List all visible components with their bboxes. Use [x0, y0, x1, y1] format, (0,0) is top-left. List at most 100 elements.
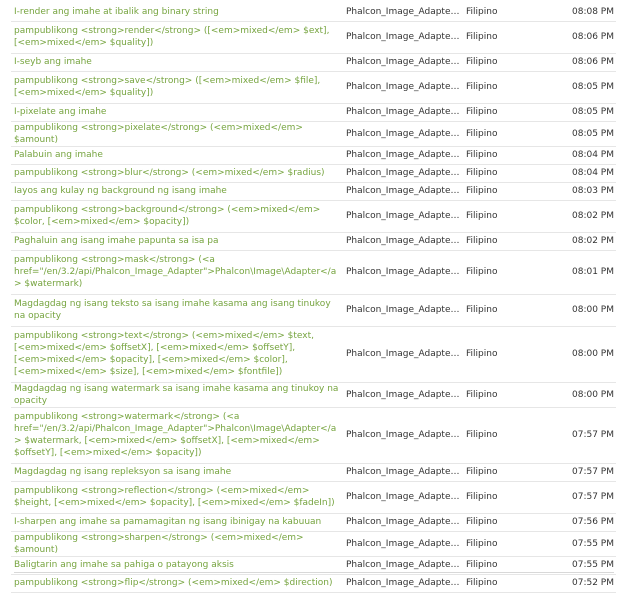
source-text[interactable]: pampublikong <strong>mask</strong> (<a h… — [14, 255, 336, 289]
timestamp: 07:57 PM — [572, 430, 614, 440]
source-text[interactable]: I-seyb ang imahe — [14, 57, 92, 67]
source-text[interactable]: Palabuin ang imahe — [14, 150, 103, 160]
table-row[interactable]: Magdagdag ng isang watermark sa isang im… — [11, 382, 616, 408]
table-row[interactable]: Iayos ang kulay ng background ng isang i… — [11, 182, 616, 201]
source-text-cell[interactable]: pampublikong <strong>mask</strong> (<a h… — [11, 250, 343, 295]
file-name-cell: Phalcon_Image_Adapter.... — [343, 146, 463, 165]
file-name: Phalcon_Image_Adapter.... — [346, 578, 463, 588]
source-text[interactable]: I-sharpen ang imahe sa pamamagitan ng is… — [14, 517, 321, 527]
language-cell: Filipino — [463, 164, 569, 183]
table-row[interactable]: I-sharpen ang imahe sa pamamagitan ng is… — [11, 513, 616, 532]
timestamp-cell: 07:57 PM — [569, 407, 616, 464]
source-text[interactable]: Magdagdag ng isang teksto sa isang imahe… — [14, 299, 331, 321]
timestamp-cell: 07:52 PM — [569, 574, 616, 593]
file-name-cell: Phalcon_Image_Adapter.... — [343, 407, 463, 464]
timestamp: 08:06 PM — [572, 57, 614, 67]
file-name-cell: Phalcon_Image_Adapter.... — [343, 574, 463, 593]
file-name-cell: Phalcon_Image_Adapter.... — [343, 326, 463, 383]
table-row[interactable]: Palabuin ang imahe Phalcon_Image_Adapter.… — [11, 146, 616, 165]
source-text-cell[interactable]: Magdagdag ng isang teksto sa isang imahe… — [11, 294, 343, 327]
language-cell: Filipino — [463, 53, 569, 72]
language: Filipino — [466, 349, 498, 359]
table-row[interactable]: Magdagdag ng isang repleksyon sa isang i… — [11, 463, 616, 482]
language-cell: Filipino — [463, 382, 569, 408]
source-text[interactable]: pampublikong <strong>reflection</strong>… — [14, 486, 335, 508]
source-text[interactable]: pampublikong <strong>save</strong> ([<em… — [14, 76, 320, 98]
table-row[interactable]: pampublikong <strong>watermark</strong> … — [11, 407, 616, 464]
translation-table: I-render ang imahe at ibalik ang binary … — [11, 3, 616, 593]
file-name-cell: Phalcon_Image_Adapter.... — [343, 481, 463, 514]
source-text[interactable]: pampublikong <strong>watermark</strong> … — [14, 412, 336, 458]
source-text-cell[interactable]: I-render ang imahe at ibalik ang binary … — [11, 3, 343, 22]
table-row[interactable]: I-render ang imahe at ibalik ang binary … — [11, 3, 616, 22]
table-row[interactable]: pampublikong <strong>mask</strong> (<a h… — [11, 250, 616, 295]
table-row[interactable]: I-seyb ang imahe Phalcon_Image_Adapter...… — [11, 53, 616, 72]
source-text-cell[interactable]: I-pixelate ang imahe — [11, 103, 343, 122]
source-text-cell[interactable]: Palabuin ang imahe — [11, 146, 343, 165]
language: Filipino — [466, 107, 498, 117]
table-row[interactable]: pampublikong <strong>flip</strong> (<em>… — [11, 574, 616, 593]
timestamp: 08:03 PM — [572, 186, 614, 196]
file-name-cell: Phalcon_Image_Adapter.... — [343, 294, 463, 327]
table-row[interactable]: Magdagdag ng isang teksto sa isang imahe… — [11, 294, 616, 327]
table-row[interactable]: pampublikong <strong>sharpen</strong> (<… — [11, 531, 616, 557]
language: Filipino — [466, 6, 498, 17]
source-text[interactable]: Magdagdag ng isang repleksyon sa isang i… — [14, 467, 231, 477]
table-row[interactable]: Paghaluin ang isang imahe papunta sa isa… — [11, 232, 616, 251]
source-text-cell[interactable]: pampublikong <strong>sharpen</strong> (<… — [11, 531, 343, 557]
source-text-cell[interactable]: pampublikong <strong>watermark</strong> … — [11, 407, 343, 464]
language-cell: Filipino — [463, 574, 569, 593]
timestamp-cell: 08:04 PM — [569, 164, 616, 183]
file-name-cell: Phalcon_Image_Adapter.... — [343, 121, 463, 147]
source-text[interactable]: pampublikong <strong>sharpen</strong> (<… — [14, 533, 304, 555]
source-text-cell[interactable]: pampublikong <strong>text</strong> (<em>… — [11, 326, 343, 383]
source-text[interactable]: Magdagdag ng isang watermark sa isang im… — [14, 384, 338, 406]
table-row[interactable]: pampublikong <strong>render</strong> ([<… — [11, 21, 616, 54]
table-row[interactable]: pampublikong <strong>blur</strong> (<em>… — [11, 164, 616, 183]
source-text-cell[interactable]: pampublikong <strong>reflection</strong>… — [11, 481, 343, 514]
source-text[interactable]: I-pixelate ang imahe — [14, 107, 106, 117]
language-cell: Filipino — [463, 250, 569, 295]
language-cell: Filipino — [463, 326, 569, 383]
language: Filipino — [466, 538, 498, 549]
source-text[interactable]: pampublikong <strong>background</strong>… — [14, 205, 320, 227]
table-row[interactable]: I-pixelate ang imahe Phalcon_Image_Adapte… — [11, 103, 616, 122]
file-name-cell: Phalcon_Image_Adapter.... — [343, 463, 463, 482]
source-text[interactable]: Paghaluin ang isang imahe papunta sa isa… — [14, 236, 219, 246]
source-text[interactable]: Iayos ang kulay ng background ng isang i… — [14, 186, 227, 196]
file-name: Phalcon_Image_Adapter.... — [346, 107, 463, 117]
source-text-cell[interactable]: I-seyb ang imahe — [11, 53, 343, 72]
file-name-cell: Phalcon_Image_Adapter.... — [343, 250, 463, 295]
language: Filipino — [466, 467, 498, 477]
source-text-cell[interactable]: Magdagdag ng isang repleksyon sa isang i… — [11, 463, 343, 482]
source-text-cell[interactable]: pampublikong <strong>flip</strong> (<em>… — [11, 574, 343, 593]
source-text-cell[interactable]: pampublikong <strong>background</strong>… — [11, 200, 343, 233]
source-text[interactable]: pampublikong <strong>blur</strong> (<em>… — [14, 168, 325, 178]
source-text-cell[interactable]: pampublikong <strong>blur</strong> (<em>… — [11, 164, 343, 183]
source-text-cell[interactable]: pampublikong <strong>save</strong> ([<em… — [11, 71, 343, 104]
source-text-cell[interactable]: Iayos ang kulay ng background ng isang i… — [11, 182, 343, 201]
language-cell: Filipino — [463, 481, 569, 514]
timestamp-cell: 07:55 PM — [569, 531, 616, 557]
language: Filipino — [466, 236, 498, 246]
timestamp: 08:04 PM — [572, 150, 614, 160]
timestamp-cell: 08:00 PM — [569, 326, 616, 383]
file-name: Phalcon_Image_Adapter.... — [346, 492, 463, 502]
table-row[interactable]: pampublikong <strong>background</strong>… — [11, 200, 616, 233]
source-text-cell[interactable]: pampublikong <strong>render</strong> ([<… — [11, 21, 343, 54]
table-row[interactable]: pampublikong <strong>pixelate</strong> (… — [11, 121, 616, 147]
source-text-cell[interactable]: Paghaluin ang isang imahe papunta sa isa… — [11, 232, 343, 251]
source-text[interactable]: pampublikong <strong>render</strong> ([<… — [14, 26, 329, 48]
table-row[interactable]: pampublikong <strong>text</strong> (<em>… — [11, 326, 616, 383]
source-text[interactable]: pampublikong <strong>text</strong> (<em>… — [14, 331, 314, 377]
source-text-cell[interactable]: Magdagdag ng isang watermark sa isang im… — [11, 382, 343, 408]
table-row[interactable]: pampublikong <strong>save</strong> ([<em… — [11, 71, 616, 104]
timestamp: 07:57 PM — [572, 467, 614, 477]
source-text[interactable]: I-render ang imahe at ibalik ang binary … — [14, 7, 219, 17]
language: Filipino — [466, 211, 498, 221]
source-text-cell[interactable]: pampublikong <strong>pixelate</strong> (… — [11, 121, 343, 147]
table-row[interactable]: pampublikong <strong>reflection</strong>… — [11, 481, 616, 514]
source-text-cell[interactable]: I-sharpen ang imahe sa pamamagitan ng is… — [11, 513, 343, 532]
source-text[interactable]: pampublikong <strong>flip</strong> (<em>… — [14, 578, 332, 588]
source-text[interactable]: pampublikong <strong>pixelate</strong> (… — [14, 123, 303, 145]
